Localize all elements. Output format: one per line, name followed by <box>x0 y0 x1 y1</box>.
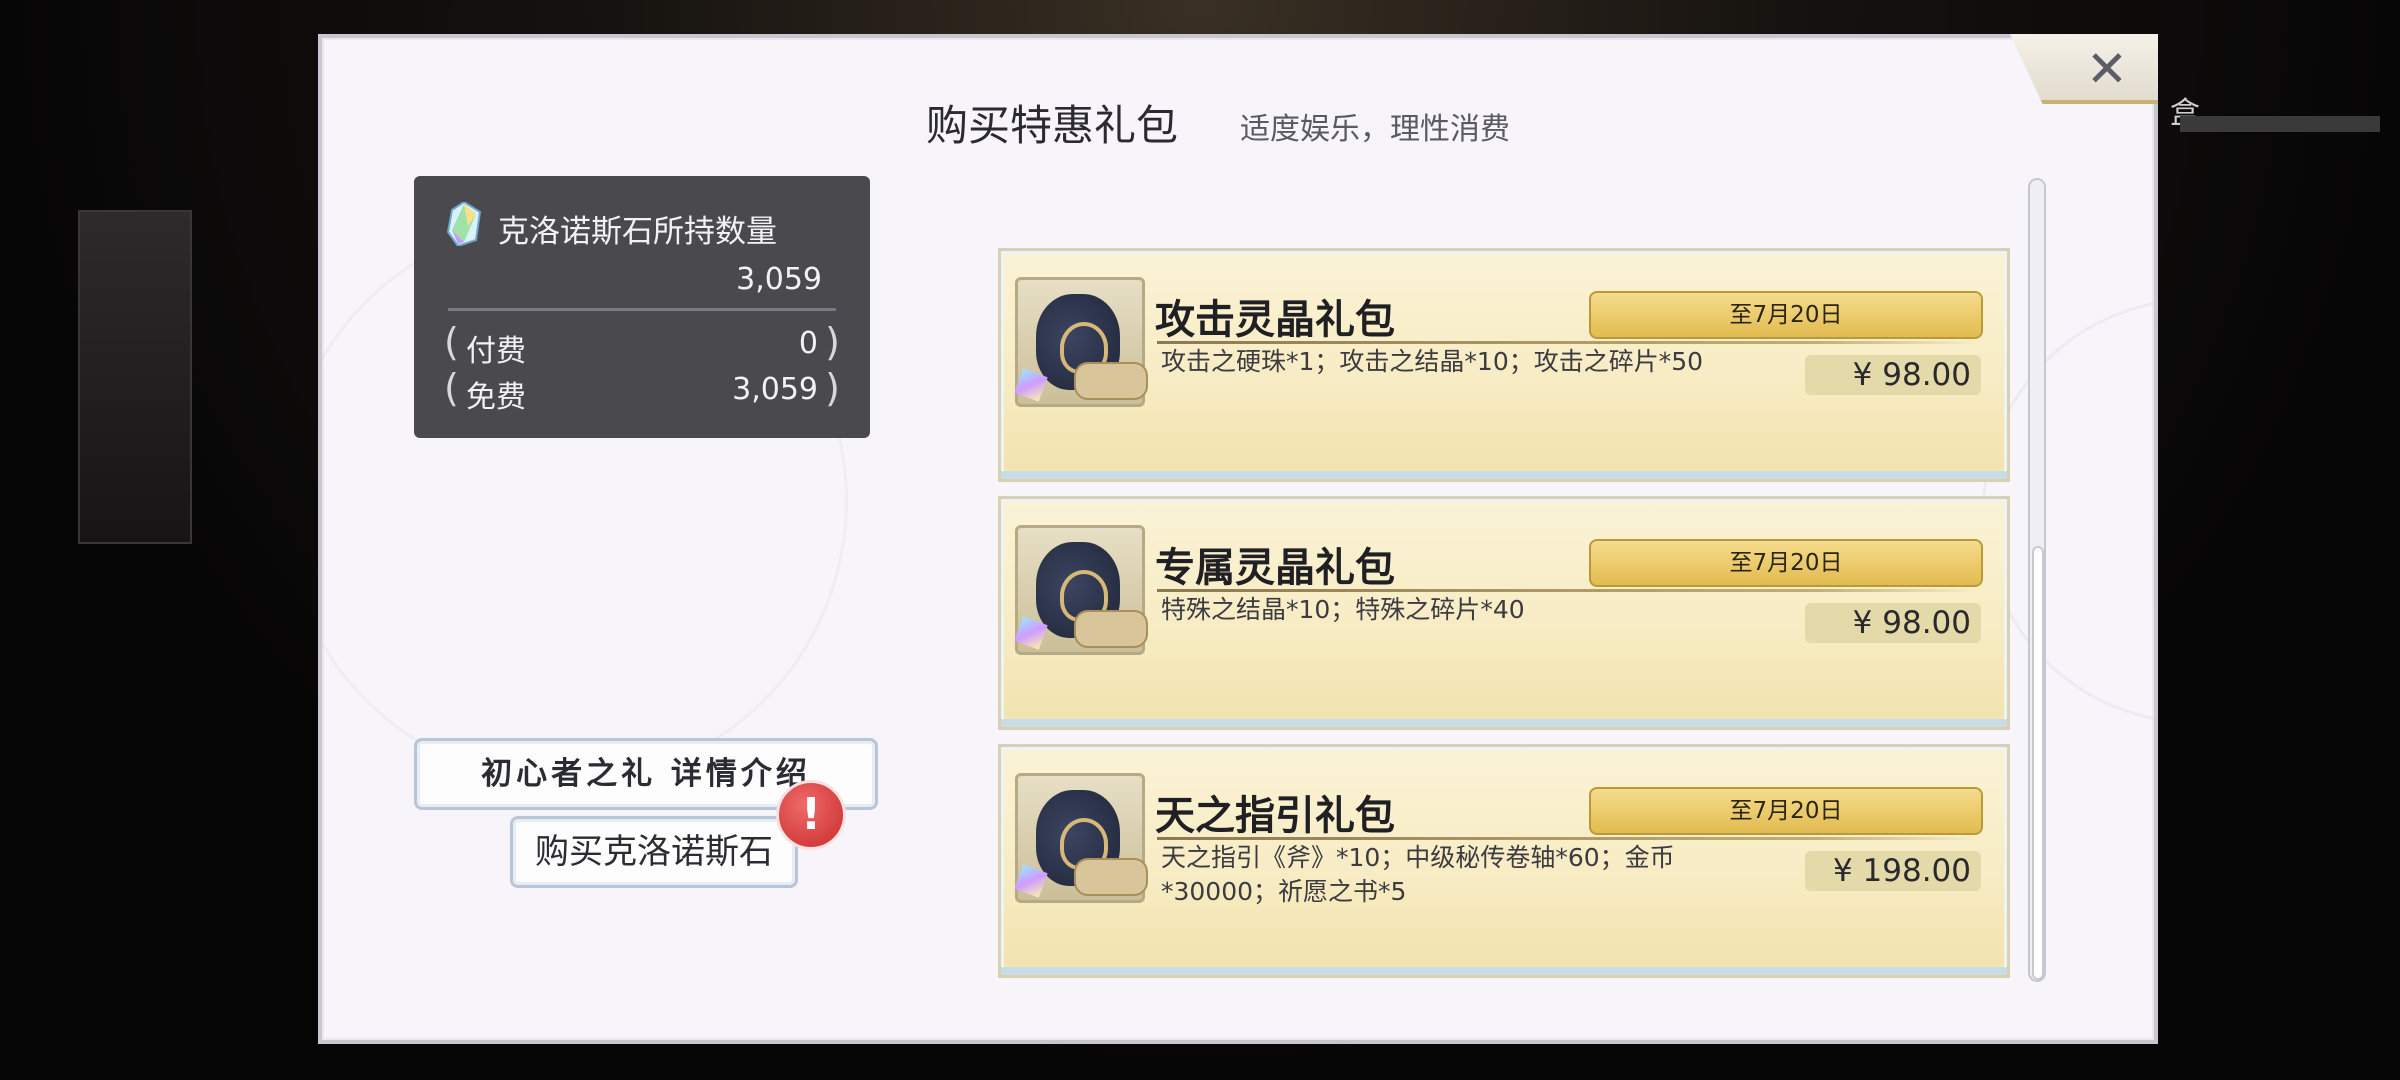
pack-list[interactable]: 攻击灵晶礼包 至7月20日 攻击之硬珠*1；攻击之结晶*10；攻击之碎片*50 … <box>996 176 2010 978</box>
deadline-badge: 至7月20日 <box>1589 787 1983 835</box>
divider <box>1157 837 1977 840</box>
deadline-badge: 至7月20日 <box>1589 291 1983 339</box>
bracket-close: ) <box>825 366 840 410</box>
scroll-shape <box>1074 858 1148 896</box>
paid-value: 0 <box>798 326 818 361</box>
divider <box>1157 341 1977 344</box>
pack-name: 攻击灵晶礼包 <box>1155 297 1395 343</box>
deadline-badge: 至7月20日 <box>1589 539 1983 587</box>
price-button[interactable]: ¥ 98.00 <box>1805 603 1981 643</box>
scroll-shape <box>1074 362 1148 400</box>
bracket-close: ) <box>825 320 840 364</box>
price-button[interactable]: ¥ 98.00 <box>1805 355 1981 395</box>
pack-description: 特殊之结晶*10；特殊之碎片*40 <box>1161 595 1525 624</box>
dialog-subtitle: 适度娱乐，理性消费 <box>1240 112 1510 147</box>
pack-name: 天之指引礼包 <box>1155 793 1395 839</box>
pack-name: 专属灵晶礼包 <box>1155 545 1395 591</box>
buy-chronos-stone-button[interactable]: 购买克洛诺斯石 <box>510 816 798 888</box>
free-value: 3,059 <box>732 372 818 407</box>
card-strip <box>1001 719 2007 727</box>
divider <box>1157 589 1977 592</box>
scrollbar-thumb[interactable] <box>2032 546 2044 980</box>
chronos-stone-icon <box>446 202 482 246</box>
background-bar <box>2180 116 2380 132</box>
close-icon: ✕ <box>2086 40 2128 98</box>
card-strip <box>1001 967 2007 975</box>
scroll-shape <box>1074 610 1148 648</box>
dialog-title: 购买特惠礼包 <box>926 101 1179 150</box>
free-label: 免费 <box>466 380 526 415</box>
gift-bag-icon <box>1014 773 1148 903</box>
pack-card[interactable]: 攻击灵晶礼包 至7月20日 攻击之硬珠*1；攻击之结晶*10；攻击之碎片*50 … <box>998 248 2010 482</box>
bracket-open: ( <box>444 366 459 410</box>
background-decoration <box>78 210 192 544</box>
currency-total: 3,059 <box>736 262 822 297</box>
divider <box>448 308 836 311</box>
pack-card[interactable]: 专属灵晶礼包 至7月20日 特殊之结晶*10；特殊之碎片*40 ¥ 98.00 <box>998 496 2010 730</box>
alert-icon: ! <box>776 780 846 850</box>
price-button[interactable]: ¥ 198.00 <box>1805 851 1981 891</box>
pack-description: 攻击之硬珠*1；攻击之结晶*10；攻击之碎片*50 <box>1161 347 1704 376</box>
gift-bag-icon <box>1014 277 1148 407</box>
card-strip <box>1001 471 2007 479</box>
paid-label: 付费 <box>466 334 526 369</box>
bracket-open: ( <box>444 320 459 364</box>
pack-card[interactable]: 天之指引礼包 至7月20日 天之指引《斧》*10；中级秘传卷轴*60；金币*30… <box>998 744 2010 978</box>
gift-bag-icon <box>1014 525 1148 655</box>
currency-panel: 克洛诺斯石所持数量 3,059 ( 付费 0 ) ( 免费 3,059 ) <box>414 176 870 438</box>
currency-label: 克洛诺斯石所持数量 <box>498 214 777 250</box>
pack-description: 天之指引《斧》*10；中级秘传卷轴*60；金币*30000；祈愿之书*5 <box>1161 843 1675 906</box>
